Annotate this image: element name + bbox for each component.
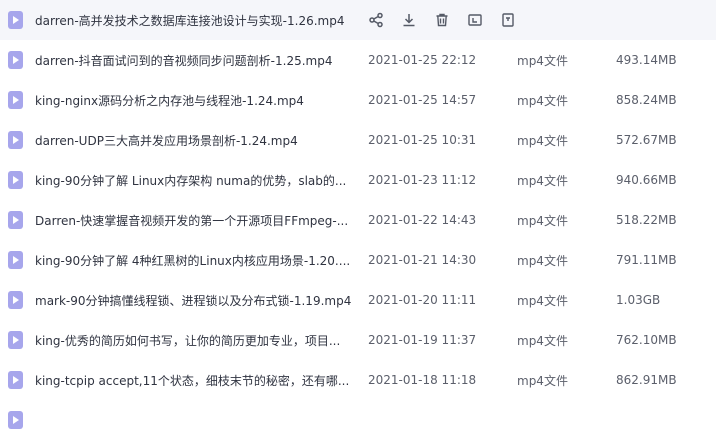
- file-name[interactable]: darren-抖音面试问到的音视频同步问题剖析-1.25.mp4: [35, 52, 333, 69]
- file-row[interactable]: darren-UDP三大高并发应用场景剖析-1.24.mp4 2021-01-2…: [0, 120, 716, 160]
- file-type: mp4文件: [517, 253, 568, 268]
- file-row[interactable]: darren-抖音面试问到的音视频同步问题剖析-1.25.mp4 2021-01…: [0, 40, 716, 80]
- file-size: 493.14MB: [616, 53, 677, 67]
- file-size: 572.67MB: [616, 133, 677, 147]
- video-file-icon: [8, 331, 23, 349]
- share-icon[interactable]: [366, 10, 386, 30]
- video-file-icon: [8, 251, 23, 269]
- file-type: mp4文件: [517, 333, 568, 348]
- file-size: 1.03GB: [616, 293, 661, 307]
- modified-time: 2021-01-25 14:57: [368, 93, 477, 107]
- rename-icon[interactable]: [465, 10, 485, 30]
- file-list: darren-高并发技术之数据库连接池设计与实现-1.26.mp4 darren…: [0, 0, 716, 429]
- file-row[interactable]: king-90分钟了解 4种红黑树的Linux内核应用场景-1.20.... 2…: [0, 240, 716, 280]
- modified-time: 2021-01-18 11:18: [368, 373, 477, 387]
- file-row-partial[interactable]: [0, 400, 716, 440]
- video-file-icon: [8, 51, 23, 69]
- file-name[interactable]: king-tcpip accept,11个状态，细枝末节的秘密，还有哪...: [35, 372, 349, 389]
- video-file-icon: [8, 291, 23, 309]
- file-size: 940.66MB: [616, 173, 677, 187]
- more-icon[interactable]: [498, 10, 518, 30]
- file-type: mp4文件: [517, 53, 568, 68]
- file-name[interactable]: king-90分钟了解 Linux内存架构 numa的优势，slab的...: [35, 172, 346, 189]
- file-size: 791.11MB: [616, 253, 677, 267]
- video-file-icon: [8, 411, 23, 429]
- video-file-icon: [8, 131, 23, 149]
- file-row[interactable]: king-nginx源码分析之内存池与线程池-1.24.mp4 2021-01-…: [0, 80, 716, 120]
- video-file-icon: [8, 171, 23, 189]
- file-row[interactable]: king-90分钟了解 Linux内存架构 numa的优势，slab的... 2…: [0, 160, 716, 200]
- file-type: mp4文件: [517, 373, 568, 388]
- modified-time: 2021-01-19 11:37: [368, 333, 477, 347]
- modified-time: 2021-01-25 22:12: [368, 53, 477, 67]
- file-type: mp4文件: [517, 133, 568, 148]
- modified-time: 2021-01-20 11:11: [368, 293, 477, 307]
- file-row[interactable]: king-tcpip accept,11个状态，细枝末节的秘密，还有哪... 2…: [0, 360, 716, 400]
- file-row[interactable]: mark-90分钟搞懂线程锁、进程锁以及分布式锁-1.19.mp4 2021-0…: [0, 280, 716, 320]
- file-name[interactable]: darren-高并发技术之数据库连接池设计与实现-1.26.mp4: [35, 12, 345, 29]
- file-size: 762.10MB: [616, 333, 677, 347]
- delete-icon[interactable]: [432, 10, 452, 30]
- file-name[interactable]: king-90分钟了解 4种红黑树的Linux内核应用场景-1.20....: [35, 252, 350, 269]
- file-type: mp4文件: [517, 293, 568, 308]
- video-file-icon: [8, 11, 23, 29]
- file-name[interactable]: Darren-快速掌握音视频开发的第一个开源项目FFmpeg-...: [35, 212, 348, 229]
- file-size: 858.24MB: [616, 93, 677, 107]
- modified-time: 2021-01-21 14:30: [368, 253, 477, 267]
- file-row[interactable]: Darren-快速掌握音视频开发的第一个开源项目FFmpeg-... 2021-…: [0, 200, 716, 240]
- file-name[interactable]: king-nginx源码分析之内存池与线程池-1.24.mp4: [35, 92, 304, 109]
- file-row[interactable]: king-优秀的简历如何书写，让你的简历更加专业，项目... 2021-01-1…: [0, 320, 716, 360]
- video-file-icon: [8, 91, 23, 109]
- file-row[interactable]: darren-高并发技术之数据库连接池设计与实现-1.26.mp4: [0, 0, 716, 40]
- file-name[interactable]: mark-90分钟搞懂线程锁、进程锁以及分布式锁-1.19.mp4: [35, 292, 351, 309]
- modified-time: 2021-01-22 14:43: [368, 213, 477, 227]
- file-name[interactable]: king-优秀的简历如何书写，让你的简历更加专业，项目...: [35, 332, 340, 349]
- file-type: mp4文件: [517, 213, 568, 228]
- file-size: 862.91MB: [616, 373, 677, 387]
- file-type: mp4文件: [517, 93, 568, 108]
- file-size: 518.22MB: [616, 213, 677, 227]
- file-name[interactable]: darren-UDP三大高并发应用场景剖析-1.24.mp4: [35, 132, 298, 149]
- modified-time: 2021-01-23 11:12: [368, 173, 477, 187]
- file-type: mp4文件: [517, 173, 568, 188]
- modified-time: 2021-01-25 10:31: [368, 133, 477, 147]
- download-icon[interactable]: [399, 10, 419, 30]
- video-file-icon: [8, 371, 23, 389]
- row-actions: [366, 0, 531, 40]
- video-file-icon: [8, 211, 23, 229]
